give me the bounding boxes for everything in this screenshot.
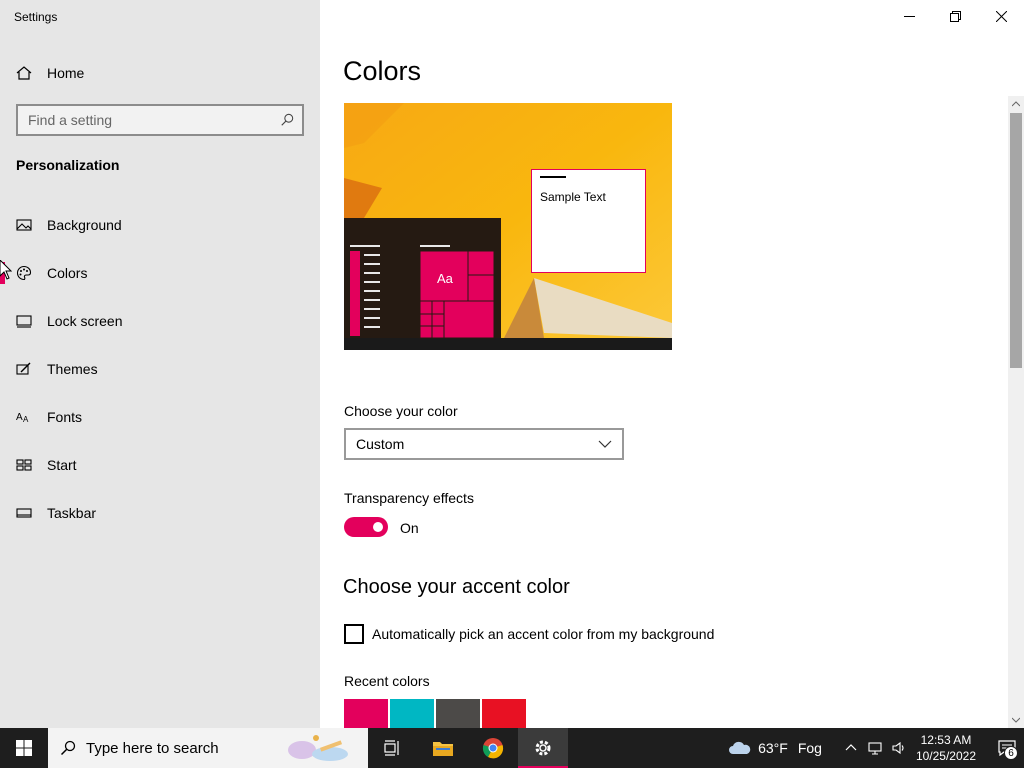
color-preview: Aa Sample Text	[344, 103, 672, 350]
sidebar-item-taskbar[interactable]: Taskbar	[0, 489, 320, 537]
chevron-up-icon	[1012, 101, 1020, 107]
sidebar-item-lock-screen[interactable]: Lock screen	[0, 297, 320, 345]
chrome-icon	[482, 738, 504, 759]
settings-taskbar-button[interactable]	[518, 728, 568, 768]
search-icon[interactable]	[280, 113, 294, 127]
choose-color-dropdown[interactable]: Custom	[344, 428, 624, 460]
home-label: Home	[47, 65, 85, 81]
color-swatch[interactable]	[482, 699, 526, 729]
sample-window-bar	[540, 176, 566, 178]
preview-tile-text: Aa	[437, 271, 453, 286]
color-swatch[interactable]	[390, 699, 434, 729]
system-tray: 63°F Fog 12:53 AM 10/25/2022 6	[728, 728, 1024, 768]
transparency-toggle[interactable]	[344, 517, 388, 537]
home-link[interactable]: Home	[16, 62, 84, 84]
clock-time: 12:53 AM	[920, 733, 972, 747]
sidebar-item-background[interactable]: Background	[0, 201, 320, 249]
clock-date: 10/25/2022	[915, 749, 976, 763]
folder-icon	[433, 742, 453, 756]
recent-colors-label: Recent colors	[344, 673, 430, 689]
dropdown-value: Custom	[356, 436, 405, 452]
task-view-icon	[384, 740, 399, 756]
chrome-button[interactable]	[468, 728, 518, 768]
app-title: Settings	[14, 10, 58, 24]
transparency-label: Transparency effects	[344, 490, 474, 506]
gear-icon	[535, 740, 551, 756]
weather-temperature: 63°F	[758, 740, 788, 756]
tray-icons	[844, 741, 906, 755]
chevron-down-icon	[598, 440, 612, 448]
toggle-knob	[373, 522, 383, 532]
sidebar-item-label: Colors	[47, 265, 88, 281]
sidebar-item-label: Background	[47, 217, 122, 233]
sample-window: Sample Text	[531, 169, 646, 273]
color-swatch[interactable]	[436, 699, 480, 729]
sidebar-item-start[interactable]: Start	[0, 441, 320, 489]
sidebar-item-label: Fonts	[47, 409, 83, 425]
weather-widget[interactable]: 63°F Fog	[728, 740, 822, 756]
color-swatch[interactable]	[344, 699, 388, 729]
task-view-button[interactable]	[368, 728, 418, 768]
auto-accent-checkbox[interactable]	[344, 624, 364, 644]
sidebar-item-label: Themes	[47, 361, 98, 377]
accent-color-heading: Choose your accent color	[343, 576, 570, 598]
chevron-down-icon	[1012, 717, 1020, 723]
taskbar-search[interactable]: Type here to search	[48, 728, 368, 768]
chevron-up-icon[interactable]	[844, 741, 858, 755]
sidebar: Settings Home Personalization Background…	[0, 0, 320, 728]
sidebar-item-fonts[interactable]: AA Fonts	[0, 393, 320, 441]
sample-text: Sample Text	[540, 190, 606, 204]
section-title: Personalization	[16, 157, 120, 173]
clock[interactable]: 12:53 AM 10/25/2022	[916, 732, 976, 764]
palette-icon	[16, 265, 32, 281]
sidebar-item-colors[interactable]: Colors	[0, 249, 320, 297]
file-explorer-button[interactable]	[418, 728, 468, 768]
search-highlight-illustration-icon	[288, 735, 348, 761]
notification-count-badge: 6	[1004, 746, 1018, 760]
choose-color-label: Choose your color	[344, 403, 458, 419]
sidebar-item-label: Taskbar	[47, 505, 97, 521]
start-button[interactable]	[0, 728, 48, 768]
settings-search-input[interactable]	[28, 112, 280, 128]
scroll-up-button[interactable]	[1008, 96, 1024, 112]
taskbar: Type here to search 63°F Fog 12:53 AM 10…	[0, 728, 1024, 768]
sidebar-item-themes[interactable]: Themes	[0, 345, 320, 393]
action-center-button[interactable]: 6	[990, 728, 1024, 768]
recent-colors	[344, 699, 528, 729]
volume-icon[interactable]	[892, 741, 906, 755]
main-content: Colors Aa Sample Text Choose your color …	[320, 0, 1008, 729]
svg-text:A: A	[16, 412, 23, 423]
picture-icon	[16, 219, 32, 231]
weather-description: Fog	[797, 740, 822, 756]
search-icon	[60, 740, 76, 756]
scrollbar[interactable]	[1008, 96, 1024, 728]
scroll-down-button[interactable]	[1008, 712, 1024, 728]
brush-icon	[16, 362, 31, 375]
auto-accent-label: Automatically pick an accent color from …	[372, 626, 715, 642]
mouse-cursor-icon	[0, 260, 12, 280]
cloud-icon	[729, 741, 751, 754]
home-icon	[16, 66, 32, 80]
scroll-thumb[interactable]	[1010, 113, 1022, 368]
page-title: Colors	[343, 56, 422, 86]
font-icon: AA	[16, 412, 29, 424]
sidebar-nav: Background Colors Lock screen Themes AA …	[0, 201, 320, 537]
settings-search[interactable]	[16, 104, 304, 136]
sidebar-item-label: Lock screen	[47, 313, 123, 329]
transparency-state: On	[400, 520, 419, 536]
windows-logo-icon	[16, 740, 32, 756]
network-icon[interactable]	[868, 741, 882, 755]
lock-screen-icon	[16, 315, 32, 328]
start-layout-icon	[16, 459, 32, 471]
taskbar-icon	[16, 508, 32, 518]
sidebar-item-label: Start	[47, 457, 77, 473]
auto-accent-option[interactable]: Automatically pick an accent color from …	[344, 624, 714, 644]
taskbar-search-placeholder: Type here to search	[86, 739, 219, 757]
svg-text:A: A	[23, 415, 29, 424]
